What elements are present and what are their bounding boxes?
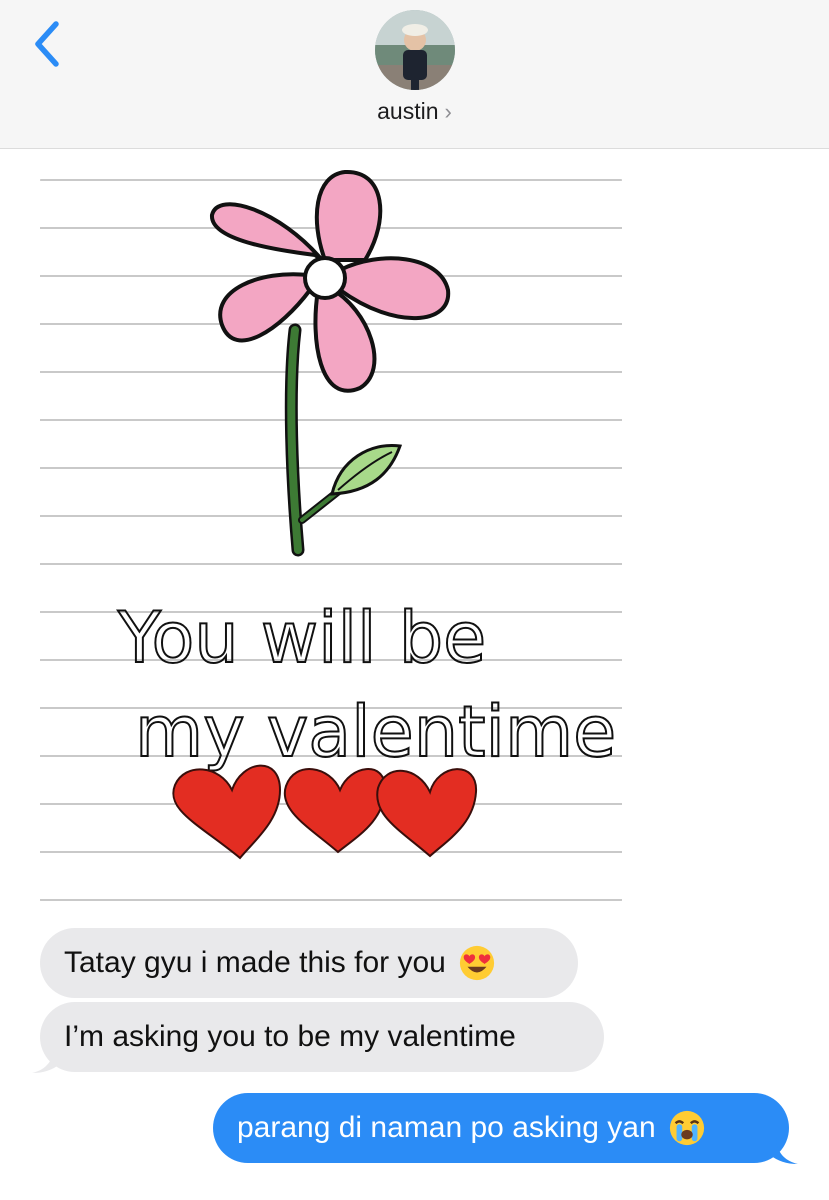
incoming-bubble-tail	[32, 1046, 60, 1073]
chevron-left-icon[interactable]	[30, 20, 64, 68]
contact-avatar[interactable]	[375, 10, 455, 90]
chevron-right-icon: ›	[444, 99, 452, 124]
message-text: I’m asking you to be my valentime	[64, 1020, 516, 1053]
loudly-crying-emoji-icon	[669, 1110, 704, 1146]
outgoing-bubble-tail	[770, 1137, 798, 1164]
incoming-message-bubble[interactable]: I’m asking you to be my valentime	[40, 1002, 604, 1072]
handwritten-line-2: my valentime	[135, 691, 616, 773]
message-text: parang di naman po asking yan	[237, 1111, 656, 1144]
valentine-drawing: You will be my valentime	[40, 160, 622, 922]
incoming-message-bubble[interactable]: Tatay gyu i made this for you	[40, 928, 578, 998]
message-text: Tatay gyu i made this for you	[64, 946, 446, 979]
conversation-header: austin ›	[0, 0, 829, 149]
outgoing-message-bubble[interactable]: parang di naman po asking yan	[213, 1093, 789, 1163]
heart-eyes-emoji-icon	[459, 945, 494, 981]
handwritten-line-1: You will be	[117, 597, 486, 679]
contact-name: austin	[377, 98, 439, 124]
image-attachment[interactable]: You will be my valentime	[40, 160, 622, 922]
contact-name-button[interactable]: austin ›	[0, 98, 829, 125]
